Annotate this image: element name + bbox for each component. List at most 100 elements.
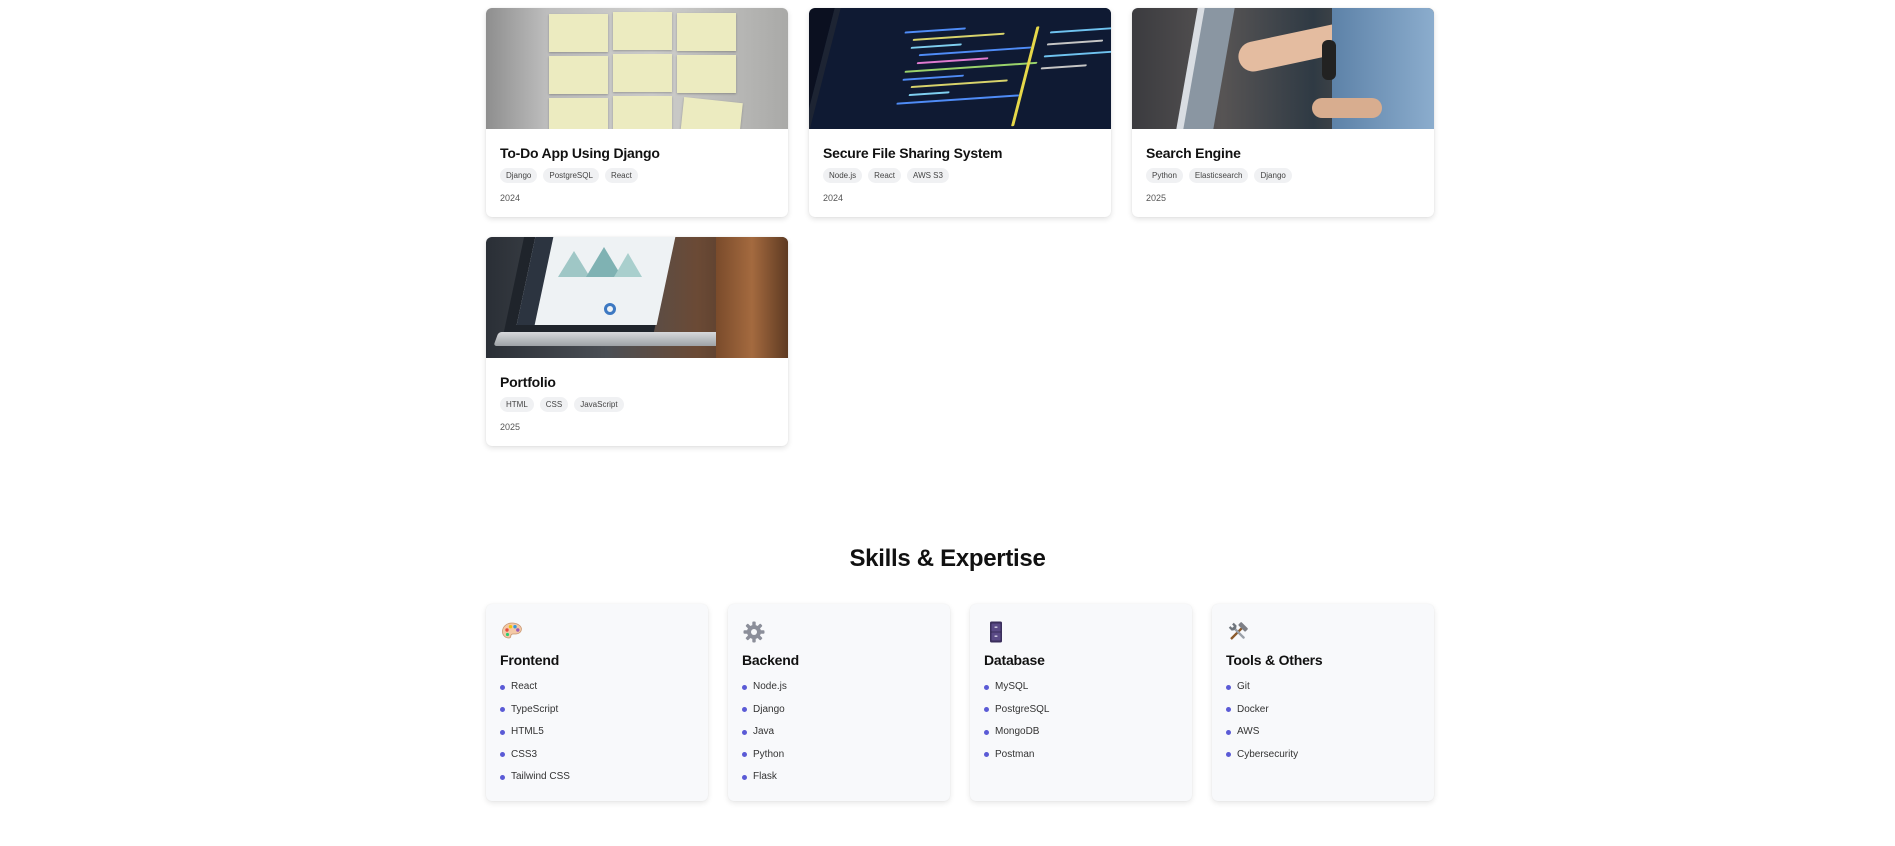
skill-item: Docker bbox=[1226, 699, 1420, 722]
bullet-dot bbox=[742, 774, 747, 780]
project-thumbnail-sticky-notes bbox=[486, 8, 788, 129]
bullet-dot bbox=[742, 752, 747, 758]
bullet-dot bbox=[742, 707, 747, 713]
skill-item: TypeScript bbox=[500, 699, 694, 722]
tech-tag: Django bbox=[1254, 168, 1292, 183]
skill-item-label: Tailwind CSS bbox=[511, 771, 570, 782]
project-title: Portfolio bbox=[500, 374, 556, 390]
tech-tag: Django bbox=[500, 168, 538, 183]
skills-grid: Frontend React TypeScript HTML5 CSS3 Tai… bbox=[486, 604, 1436, 801]
skill-list: Node.js Django Java Python Flask bbox=[742, 676, 936, 789]
skill-category-title: Backend bbox=[742, 652, 799, 668]
skill-item-label: HTML5 bbox=[511, 726, 544, 737]
bullet-dot bbox=[1226, 684, 1231, 690]
project-tags: Django PostgreSQL React bbox=[500, 168, 774, 183]
skill-item-label: Java bbox=[753, 726, 775, 737]
bullet-dot bbox=[742, 684, 747, 690]
skill-item-label: Python bbox=[753, 748, 785, 760]
project-year: 2025 bbox=[1146, 193, 1167, 203]
project-title: To-Do App Using Django bbox=[500, 145, 660, 161]
skill-item-label: Docker bbox=[1237, 703, 1269, 715]
bullet-dot bbox=[1226, 707, 1231, 713]
skill-item-label: Flask bbox=[753, 771, 777, 782]
skill-list: React TypeScript HTML5 CSS3 Tailwind CSS bbox=[500, 676, 694, 789]
tech-tag: PostgreSQL bbox=[543, 168, 599, 183]
bullet-dot bbox=[500, 707, 505, 713]
project-thumbnail-code bbox=[809, 8, 1111, 129]
project-card[interactable]: Portfolio HTML CSS JavaScript 2025 bbox=[486, 237, 788, 446]
projects-grid: To-Do App Using Django Django PostgreSQL… bbox=[486, 8, 1436, 446]
tech-tag: Python bbox=[1146, 168, 1183, 183]
skill-item-label: TypeScript bbox=[511, 703, 559, 715]
tech-tag: React bbox=[868, 168, 902, 183]
tech-tag: AWS S3 bbox=[907, 168, 949, 183]
skill-list: Git Docker AWS Cybersecurity bbox=[1226, 676, 1420, 766]
project-card[interactable]: Secure File Sharing System Node.js React… bbox=[809, 8, 1111, 217]
bullet-dot bbox=[742, 729, 747, 735]
bullet-dot bbox=[984, 684, 989, 690]
palette-icon bbox=[502, 622, 522, 639]
skill-item: MongoDB bbox=[984, 721, 1178, 744]
project-title: Search Engine bbox=[1146, 145, 1241, 161]
skill-item-label: CSS3 bbox=[511, 748, 538, 760]
skill-item: MySQL bbox=[984, 676, 1178, 699]
skill-item-label: Git bbox=[1237, 681, 1250, 692]
tech-tag: React bbox=[604, 168, 638, 183]
skill-item: Git bbox=[1226, 676, 1420, 699]
project-thumbnail-pointing bbox=[1132, 8, 1434, 129]
bullet-dot bbox=[984, 707, 989, 713]
skill-category-title: Tools & Others bbox=[1226, 652, 1323, 668]
skill-card-backend: Backend Node.js Django Java Python Flask bbox=[728, 604, 950, 801]
project-year: 2024 bbox=[500, 193, 521, 203]
tech-tag: Node.js bbox=[823, 168, 863, 183]
skill-card-tools: Tools & Others Git Docker AWS Cybersecur… bbox=[1212, 604, 1434, 801]
bullet-dot bbox=[1226, 752, 1231, 758]
skill-item-label: AWS bbox=[1237, 726, 1260, 737]
project-tags: Python Elasticsearch Django bbox=[1146, 168, 1420, 183]
skill-item: Flask bbox=[742, 766, 936, 789]
skill-item-label: MongoDB bbox=[995, 726, 1040, 737]
tech-tag: CSS bbox=[539, 397, 569, 412]
skill-list: MySQL PostgreSQL MongoDB Postman bbox=[984, 676, 1178, 766]
skill-item: PostgreSQL bbox=[984, 699, 1178, 722]
project-card[interactable]: To-Do App Using Django Django PostgreSQL… bbox=[486, 8, 788, 217]
project-year: 2025 bbox=[500, 422, 521, 432]
hammer-wrench-icon bbox=[1228, 622, 1248, 640]
skill-item-label: MySQL bbox=[995, 681, 1029, 692]
skill-item: Django bbox=[742, 699, 936, 722]
skill-item: Tailwind CSS bbox=[500, 766, 694, 789]
bullet-dot bbox=[500, 752, 505, 758]
skills-section-title: Skills & Expertise bbox=[849, 545, 1046, 572]
skill-item-label: Django bbox=[753, 703, 785, 715]
bullet-dot bbox=[984, 729, 989, 735]
skill-item-label: React bbox=[511, 681, 538, 692]
skill-category-title: Database bbox=[984, 652, 1045, 668]
bullet-dot bbox=[984, 752, 989, 758]
skill-item: CSS3 bbox=[500, 744, 694, 767]
project-title: Secure File Sharing System bbox=[823, 145, 1003, 161]
skill-item: Node.js bbox=[742, 676, 936, 699]
skill-card-frontend: Frontend React TypeScript HTML5 CSS3 Tai… bbox=[486, 604, 708, 801]
tech-tag: HTML bbox=[500, 397, 534, 412]
bullet-dot bbox=[500, 729, 505, 735]
skill-item-label: Postman bbox=[995, 748, 1035, 760]
file-cabinet-icon bbox=[990, 621, 1002, 643]
bullet-dot bbox=[500, 684, 505, 690]
skill-item: React bbox=[500, 676, 694, 699]
skill-item: Postman bbox=[984, 744, 1178, 767]
bullet-dot bbox=[1226, 729, 1231, 735]
skill-item-label: Cybersecurity bbox=[1237, 748, 1299, 760]
skill-item: Java bbox=[742, 721, 936, 744]
skill-item: HTML5 bbox=[500, 721, 694, 744]
skill-item: AWS bbox=[1226, 721, 1420, 744]
tech-tag: JavaScript bbox=[574, 397, 624, 412]
skill-item-label: Node.js bbox=[753, 681, 787, 692]
skill-category-title: Frontend bbox=[500, 652, 560, 668]
skill-item-label: PostgreSQL bbox=[995, 703, 1050, 715]
project-tags: Node.js React AWS S3 bbox=[823, 168, 1097, 183]
skill-item: Cybersecurity bbox=[1226, 744, 1420, 767]
tech-tag: Elasticsearch bbox=[1188, 168, 1249, 183]
skill-card-database: Database MySQL PostgreSQL MongoDB Postma… bbox=[970, 604, 1192, 801]
project-card[interactable]: Search Engine Python Elasticsearch Djang… bbox=[1132, 8, 1434, 217]
project-year: 2024 bbox=[823, 193, 844, 203]
